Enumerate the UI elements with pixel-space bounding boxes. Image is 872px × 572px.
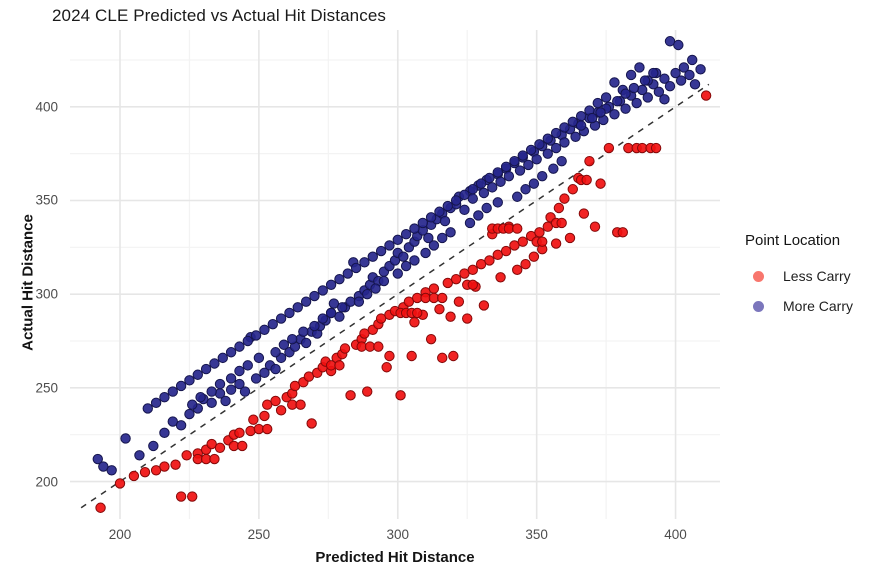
x-tick-label: 200 bbox=[108, 527, 132, 542]
circle-icon bbox=[752, 300, 764, 312]
legend-label-less-carry: Less Carry bbox=[783, 268, 851, 284]
x-tick-label: 300 bbox=[386, 527, 410, 542]
x-tick-label: 350 bbox=[525, 527, 548, 542]
x-axis-tick-labels: 200 250 300 350 400 bbox=[0, 0, 872, 572]
legend-key-more-carry bbox=[745, 300, 771, 312]
chart-root: 2024 CLE Predicted vs Actual Hit Distanc… bbox=[0, 0, 872, 572]
y-axis-title: Actual Hit Distance bbox=[19, 214, 37, 351]
legend: Point Location Less Carry More Carry bbox=[745, 232, 870, 323]
x-axis-title: Predicted Hit Distance bbox=[315, 549, 475, 566]
legend-key-less-carry bbox=[745, 270, 771, 282]
circle-icon bbox=[752, 270, 764, 282]
x-tick-label: 400 bbox=[664, 527, 687, 542]
x-tick-label: 250 bbox=[247, 527, 271, 542]
legend-item-less-carry[interactable]: Less Carry bbox=[745, 263, 870, 289]
legend-title: Point Location bbox=[745, 232, 841, 249]
legend-item-more-carry[interactable]: More Carry bbox=[745, 293, 870, 319]
legend-label-more-carry: More Carry bbox=[783, 298, 854, 314]
